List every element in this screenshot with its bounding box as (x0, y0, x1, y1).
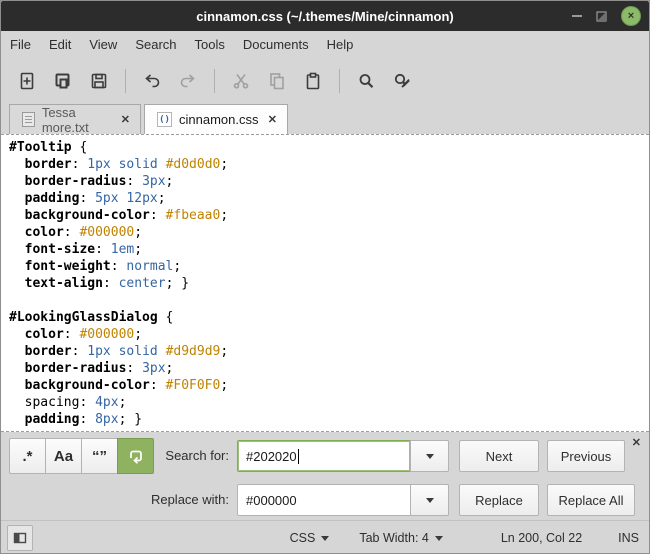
code-line: spacing: 4px; (9, 395, 127, 410)
language-selector[interactable]: CSS (290, 531, 330, 545)
toolbar-separator (125, 69, 126, 93)
code-line: padding: 8px; } (24, 412, 143, 427)
new-document-icon (20, 72, 34, 90)
status-right-group: CSS Tab Width: 4 Ln 200, Col 22 INS (290, 531, 639, 545)
undo-icon (145, 74, 160, 88)
tab-close-icon[interactable]: ✕ (268, 113, 277, 126)
regex-toggle-button[interactable]: .* (9, 438, 46, 474)
code-line: color: #000000; (24, 327, 143, 342)
find-button[interactable] (348, 63, 384, 99)
menu-item-documents[interactable]: Documents (234, 32, 318, 57)
title-bar[interactable]: cinnamon.css (~/.themes/Mine/cinnamon) × (1, 1, 649, 31)
next-button[interactable]: Next (459, 440, 539, 472)
search-replace-panel: .* Aa “” Search for: #202020 Next Previo… (1, 432, 649, 520)
code-line: #LookingGlassDialog { (9, 310, 174, 325)
text-editor-area[interactable]: #Tooltip { border: 1px solid #d0d0d0; bo… (1, 134, 649, 432)
cursor-position-label: Ln 200, Col 22 (500, 531, 583, 545)
menu-bar: File Edit View Search Tools Documents Help (1, 31, 649, 58)
open-button[interactable] (45, 63, 81, 99)
code-line: border: 1px solid #d9d9d9; (24, 344, 229, 359)
text-cursor (297, 448, 299, 464)
code-line: border-radius: 3px; (24, 174, 174, 189)
maximize-icon[interactable] (596, 10, 607, 22)
side-pane-toggle-button[interactable] (7, 525, 33, 551)
window-controls: × (572, 1, 641, 31)
tab-width-label: Tab Width: 4 (359, 531, 429, 545)
search-input-value: #202020 (246, 448, 297, 464)
copy-icon (270, 73, 284, 90)
replace-all-button[interactable]: Replace All (547, 484, 635, 516)
side-pane-icon (13, 532, 27, 544)
cut-button (223, 63, 259, 99)
code-line: #Tooltip { (9, 140, 88, 155)
text-file-icon (22, 112, 35, 127)
code-line: text-align: center; } (24, 276, 190, 291)
new-document-button[interactable] (9, 63, 45, 99)
whole-word-toggle-button[interactable]: “” (81, 438, 118, 474)
toolbar-separator (339, 69, 340, 93)
code-line: font-size: 1em; (24, 242, 143, 257)
copy-button (259, 63, 295, 99)
paste-button[interactable] (295, 63, 331, 99)
close-search-panel-icon[interactable]: ✕ (632, 436, 641, 449)
menu-item-search[interactable]: Search (126, 32, 185, 57)
code-line: border-radius: 3px; (24, 361, 174, 376)
undo-button[interactable] (134, 63, 170, 99)
replace-history-dropdown[interactable] (410, 484, 449, 516)
replace-input-value: #000000 (246, 492, 297, 508)
menu-item-tools[interactable]: Tools (186, 32, 234, 57)
tab-close-icon[interactable]: ✕ (121, 113, 130, 126)
chevron-down-icon (425, 453, 434, 459)
tab-tessa-more-txt[interactable]: Tessa more.txt ✕ (9, 104, 141, 135)
tab-bar: Tessa more.txt ✕ () cinnamon.css ✕ (1, 104, 649, 135)
menu-item-help[interactable]: Help (318, 32, 363, 57)
language-label: CSS (289, 531, 316, 545)
cut-icon (233, 74, 249, 89)
find-replace-button[interactable] (384, 63, 420, 99)
toolbar (1, 58, 649, 104)
redo-icon (180, 74, 195, 88)
save-button[interactable] (81, 63, 117, 99)
tab-cinnamon-css[interactable]: () cinnamon.css ✕ (144, 104, 288, 134)
previous-button[interactable]: Previous (547, 440, 625, 472)
toolbar-separator (214, 69, 215, 93)
code-line: padding: 5px 12px; (24, 191, 166, 206)
code-line: background-color: #F0F0F0; (24, 378, 229, 393)
xed-window: cinnamon.css (~/.themes/Mine/cinnamon) ×… (0, 0, 650, 554)
search-for-label: Search for: (165, 448, 229, 463)
search-input[interactable]: #202020 (237, 440, 411, 472)
redo-button (170, 63, 206, 99)
close-icon[interactable]: × (621, 6, 641, 26)
find-replace-icon (394, 73, 410, 88)
tab-label: Tessa more.txt (41, 104, 89, 135)
find-icon (359, 74, 374, 88)
search-history-dropdown[interactable] (410, 440, 449, 472)
paste-icon (306, 72, 320, 90)
minimize-icon[interactable] (572, 15, 582, 17)
menu-item-edit[interactable]: Edit (40, 32, 80, 57)
tab-label: cinnamon.css (179, 112, 259, 127)
replace-with-label: Replace with: (150, 492, 229, 507)
tab-width-selector[interactable]: Tab Width: 4 (359, 531, 443, 545)
save-icon (91, 73, 107, 89)
code-line: font-weight: normal; (24, 259, 182, 274)
chevron-down-icon (434, 535, 443, 541)
status-bar: CSS Tab Width: 4 Ln 200, Col 22 INS (1, 520, 649, 553)
insert-mode-label: INS (618, 531, 639, 545)
chevron-down-icon (425, 497, 434, 503)
menu-item-file[interactable]: File (1, 32, 40, 57)
code-line: background-color: #fbeaa0; (24, 208, 229, 223)
css-file-icon: () (157, 112, 172, 127)
code-line: border: 1px solid #d0d0d0; (24, 157, 229, 172)
match-case-toggle-button[interactable]: Aa (45, 438, 82, 474)
search-option-toggles: .* Aa “” (9, 438, 154, 474)
open-documents-icon (55, 73, 70, 89)
window-title: cinnamon.css (~/.themes/Mine/cinnamon) (196, 8, 454, 24)
replace-button[interactable]: Replace (459, 484, 539, 516)
code-line: color: #000000; (24, 225, 143, 240)
replace-input[interactable]: #000000 (237, 484, 411, 516)
chevron-down-icon (321, 535, 330, 541)
menu-item-view[interactable]: View (80, 32, 126, 57)
